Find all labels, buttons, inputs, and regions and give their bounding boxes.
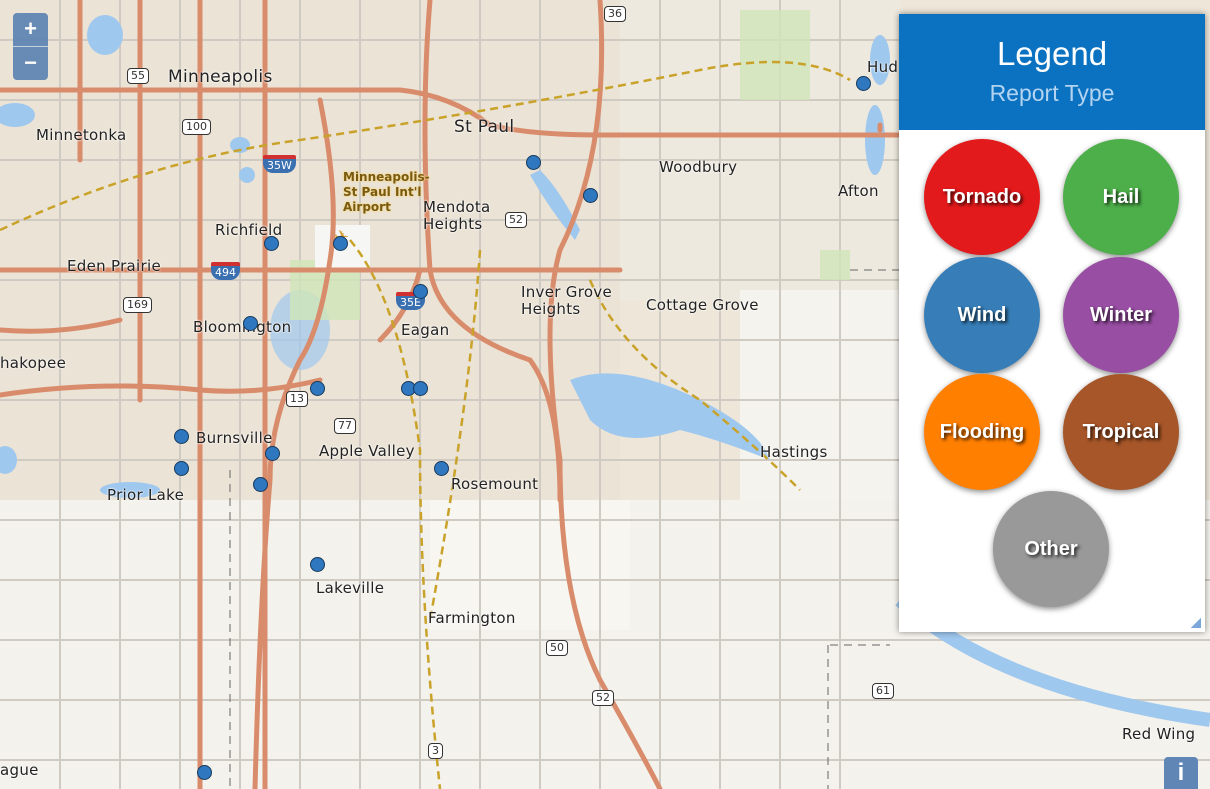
report-marker[interactable]: [583, 188, 598, 203]
place-label: Hastings: [760, 443, 828, 461]
interstate-shield: 35W: [263, 155, 296, 173]
zoom-control: + −: [13, 13, 48, 80]
airport-label: Minneapolis- St Paul Int'l Airport: [343, 170, 430, 214]
resize-handle[interactable]: [1191, 618, 1201, 628]
highway-shield: 13: [286, 391, 308, 407]
report-marker[interactable]: [310, 381, 325, 396]
highway-shield: 36: [604, 6, 626, 22]
legend-item-tropical[interactable]: Tropical: [1063, 374, 1179, 490]
highway-shield: 169: [123, 297, 152, 313]
interstate-shield: 494: [211, 262, 240, 280]
highway-shield: 50: [546, 640, 568, 656]
place-label: Cottage Grove: [646, 296, 759, 314]
highway-shield: 3: [428, 743, 443, 759]
place-label: St Paul: [454, 117, 515, 137]
legend-item-hail[interactable]: Hail: [1063, 139, 1179, 255]
place-label: Rosemount: [451, 475, 539, 493]
info-button[interactable]: i: [1164, 757, 1198, 789]
report-marker[interactable]: [265, 446, 280, 461]
highway-shield: 55: [127, 68, 149, 84]
report-marker[interactable]: [333, 236, 348, 251]
place-label: Burnsville: [196, 429, 273, 447]
report-marker[interactable]: [526, 155, 541, 170]
zoom-out-button[interactable]: −: [13, 46, 48, 80]
legend-item-winter[interactable]: Winter: [1063, 257, 1179, 373]
report-marker[interactable]: [413, 381, 428, 396]
report-marker[interactable]: [174, 429, 189, 444]
legend-item-tornado[interactable]: Tornado: [924, 139, 1040, 255]
place-label: Minnetonka: [36, 126, 127, 144]
highway-shield: 52: [505, 212, 527, 228]
place-label: Woodbury: [659, 158, 738, 176]
place-label: hakopee: [0, 354, 67, 372]
highway-shield: 61: [872, 683, 894, 699]
place-label: Lakeville: [316, 579, 385, 597]
place-label: Eagan: [401, 321, 450, 339]
place-label: Inver Grove Heights: [521, 283, 613, 318]
legend-item-wind[interactable]: Wind: [924, 257, 1040, 373]
highway-shield: 77: [334, 418, 356, 434]
place-label: Apple Valley: [319, 442, 415, 460]
highway-shield: 100: [182, 119, 211, 135]
legend-panel: Legend Report Type Tornado Hail Wind Win…: [899, 14, 1205, 632]
report-marker[interactable]: [174, 461, 189, 476]
place-label: Farmington: [428, 609, 516, 627]
place-label: Minneapolis: [168, 67, 273, 87]
legend-header: Legend Report Type: [899, 14, 1205, 130]
legend-subtitle: Report Type: [989, 80, 1115, 106]
legend-title: Legend: [996, 35, 1108, 72]
report-marker[interactable]: [243, 316, 258, 331]
report-marker[interactable]: [197, 765, 212, 780]
report-marker[interactable]: [434, 461, 449, 476]
legend-item-other[interactable]: Other: [993, 491, 1109, 607]
place-label: Prior Lake: [107, 486, 185, 504]
highway-shield: 52: [592, 690, 614, 706]
report-marker[interactable]: [264, 236, 279, 251]
report-marker[interactable]: [856, 76, 871, 91]
place-label: ague: [0, 761, 39, 779]
report-marker[interactable]: [413, 284, 428, 299]
legend-item-flooding[interactable]: Flooding: [924, 374, 1040, 490]
zoom-in-button[interactable]: +: [13, 13, 48, 46]
place-label: Afton: [838, 182, 879, 200]
report-marker[interactable]: [310, 557, 325, 572]
place-label: Red Wing: [1122, 725, 1196, 743]
report-marker[interactable]: [253, 477, 268, 492]
place-label: Mendota Heights: [423, 198, 491, 233]
place-label: Hud: [867, 58, 899, 76]
place-label: Eden Prairie: [67, 257, 161, 275]
